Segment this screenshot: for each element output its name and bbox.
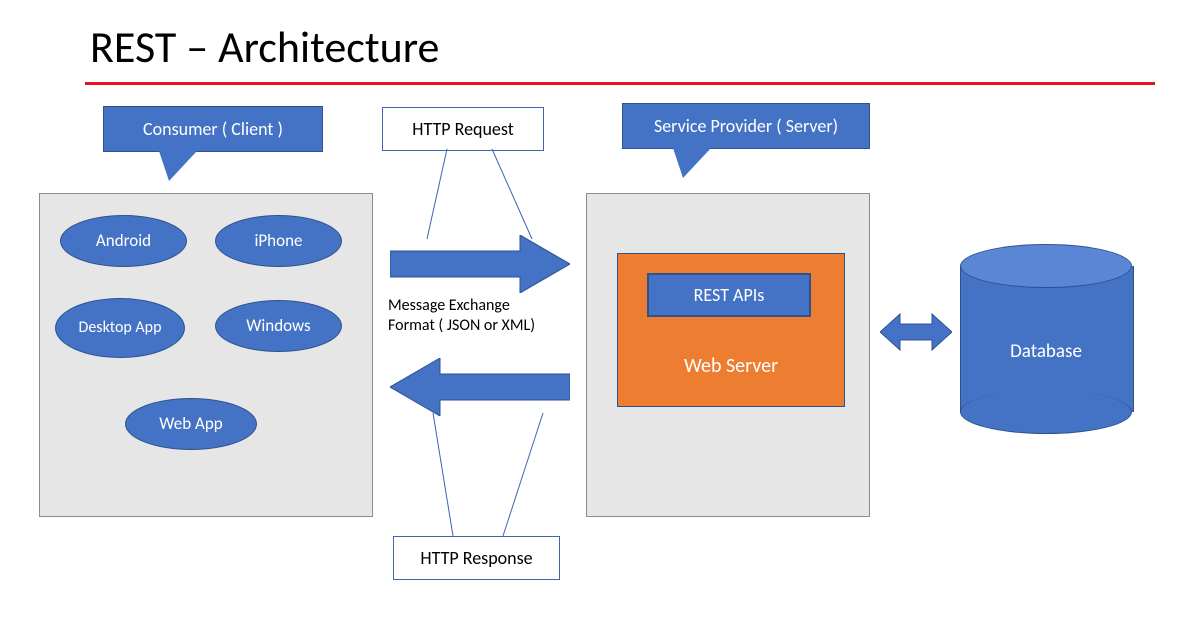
client-webapp: Web App [125, 398, 257, 450]
client-windows: Windows [215, 300, 342, 352]
callout-tail-icon [159, 151, 197, 181]
arrow-bidirectional-icon [880, 312, 952, 352]
message-exchange-line1: Message Exchange [388, 296, 535, 316]
message-exchange-text: Message Exchange Format ( JSON or XML) [388, 296, 535, 336]
rest-apis-label: REST APIs [694, 284, 765, 306]
callout-server-label: Service Provider ( Server) [654, 115, 838, 137]
connector-response [393, 413, 593, 538]
database-cylinder: Database [960, 244, 1132, 424]
database-label: Database [960, 340, 1132, 363]
client-android: Android [60, 215, 187, 267]
callout-server: Service Provider ( Server) [622, 103, 870, 149]
client-webapp-label: Web App [159, 415, 222, 434]
message-exchange-line2: Format ( JSON or XML) [388, 316, 535, 336]
client-desktop: Desktop App [55, 298, 185, 358]
http-request-text: HTTP Request [412, 118, 514, 140]
callout-tail-icon [673, 148, 711, 178]
rest-apis-box: REST APIs [647, 273, 811, 317]
client-iphone: iPhone [215, 215, 342, 267]
callout-client: Consumer ( Client ) [103, 106, 323, 152]
title-underline [85, 82, 1155, 85]
database-bottom [960, 390, 1132, 434]
client-desktop-label: Desktop App [79, 319, 162, 337]
web-server-label: Web Server [618, 354, 844, 378]
http-request-label: HTTP Request [382, 107, 544, 151]
page-title: REST – Architecture [90, 20, 439, 74]
http-response-label: HTTP Response [393, 536, 560, 580]
callout-client-label: Consumer ( Client ) [143, 118, 283, 140]
arrow-response-icon [390, 358, 570, 416]
arrow-request-icon [390, 235, 570, 293]
client-windows-label: Windows [246, 317, 310, 336]
client-iphone-label: iPhone [255, 232, 303, 251]
database-top [960, 244, 1132, 288]
http-response-text: HTTP Response [420, 547, 532, 569]
connector-request [382, 149, 582, 249]
client-android-label: Android [96, 232, 151, 251]
